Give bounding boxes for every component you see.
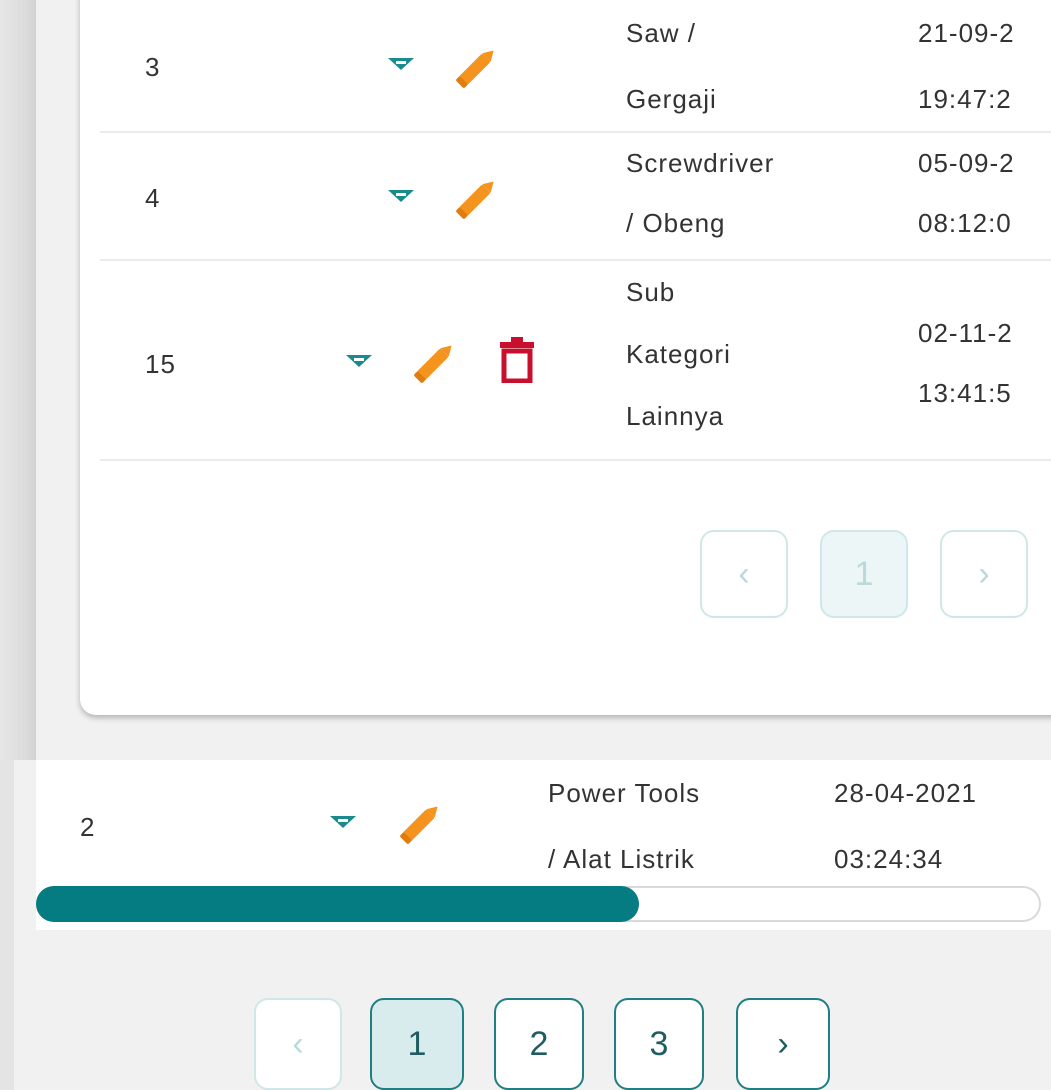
page-2-button[interactable]: 2 bbox=[494, 998, 584, 1090]
name-line: Lainnya bbox=[626, 401, 725, 431]
caret-down-icon[interactable] bbox=[388, 58, 414, 70]
row-name: Saw / Gergaji bbox=[626, 0, 717, 132]
next-page-button[interactable]: › bbox=[736, 998, 830, 1090]
trash-icon[interactable] bbox=[500, 337, 534, 383]
date-line: 08:12:0 bbox=[918, 208, 1012, 238]
date-line: 02-11-2 bbox=[918, 318, 1013, 348]
name-line: / Alat Listrik bbox=[548, 844, 695, 874]
table-row: 3 Saw / Gergaji 21-09-2 19:47:2 bbox=[100, 0, 1051, 133]
scrollbar-thumb[interactable] bbox=[36, 886, 639, 922]
name-line: Kategori bbox=[626, 339, 731, 369]
date-line: 19:47:2 bbox=[918, 84, 1012, 114]
row-id: 15 bbox=[145, 349, 176, 379]
pencil-icon[interactable] bbox=[410, 335, 462, 387]
date-line: 03:24:34 bbox=[834, 844, 944, 874]
caret-down-icon[interactable] bbox=[330, 816, 356, 828]
pencil-icon[interactable] bbox=[452, 40, 504, 92]
prev-page-button[interactable]: ‹ bbox=[254, 998, 342, 1090]
row-id: 3 bbox=[145, 52, 161, 82]
left-gutter-lower bbox=[0, 760, 14, 1090]
page-3-button[interactable]: 3 bbox=[614, 998, 704, 1090]
horizontal-scrollbar[interactable] bbox=[36, 886, 1041, 922]
name-line: Power Tools bbox=[548, 778, 701, 808]
page-1-button[interactable]: 1 bbox=[820, 530, 908, 618]
row-date: 21-09-2 19:47:2 bbox=[918, 0, 1015, 132]
date-line: 05-09-2 bbox=[918, 148, 1015, 178]
date-line: 13:41:5 bbox=[918, 378, 1012, 408]
prev-page-button[interactable]: ‹ bbox=[700, 530, 788, 618]
row-name: Screwdriver / Obeng bbox=[626, 133, 774, 253]
pencil-icon[interactable] bbox=[452, 171, 504, 223]
left-gutter bbox=[0, 0, 36, 760]
row-date: 28-04-2021 03:24:34 bbox=[834, 760, 977, 892]
name-line: / Obeng bbox=[626, 208, 726, 238]
name-line: Screwdriver bbox=[626, 148, 775, 178]
name-line: Gergaji bbox=[626, 84, 717, 114]
pencil-icon[interactable] bbox=[396, 796, 448, 848]
table-row: 4 Screwdriver / Obeng 05-09-2 08:12:0 bbox=[100, 133, 1051, 261]
next-page-button[interactable]: › bbox=[940, 530, 1028, 618]
caret-down-icon[interactable] bbox=[346, 355, 372, 367]
caret-down-icon[interactable] bbox=[388, 190, 414, 202]
name-line: Saw / bbox=[626, 18, 697, 48]
row-id: 2 bbox=[80, 812, 96, 842]
name-line: Sub bbox=[626, 277, 676, 307]
row-name: Power Tools / Alat Listrik bbox=[548, 760, 700, 892]
row-date: 02-11-2 13:41:5 bbox=[918, 303, 1013, 423]
date-line: 28-04-2021 bbox=[834, 778, 977, 808]
page-1-button[interactable]: 1 bbox=[370, 998, 464, 1090]
table-row: 15 Sub Kategori Lainnya 02-11-2 13:41:5 bbox=[100, 261, 1051, 461]
row-name: Sub Kategori Lainnya bbox=[626, 261, 731, 447]
date-line: 21-09-2 bbox=[918, 18, 1015, 48]
row-id: 4 bbox=[145, 183, 161, 213]
row-date: 05-09-2 08:12:0 bbox=[918, 133, 1015, 253]
